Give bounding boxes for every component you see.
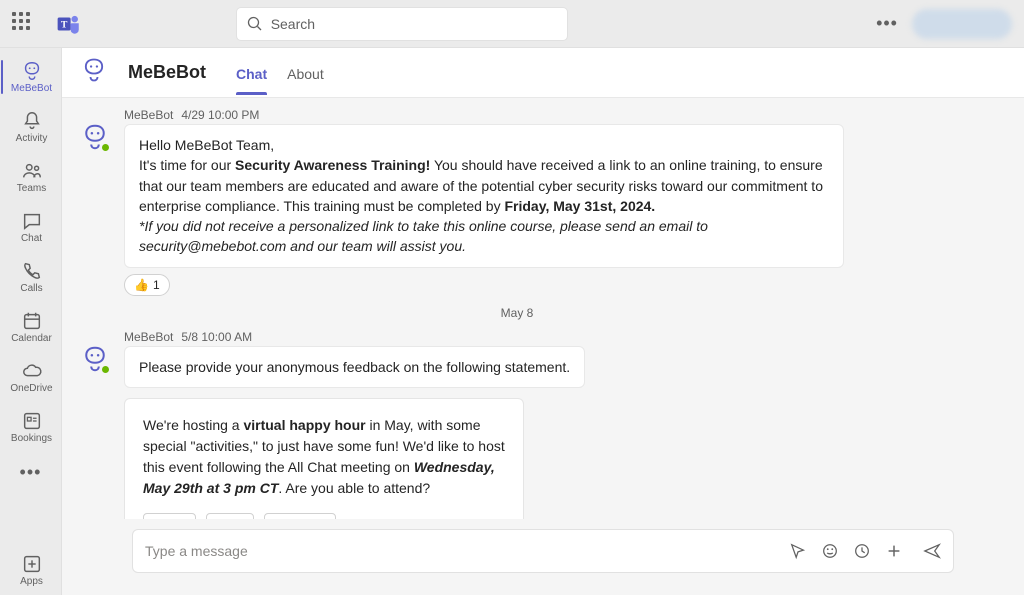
more-options-icon[interactable]: •••: [876, 13, 898, 34]
rail-label: MeBeBot: [11, 84, 52, 94]
presence-available-icon: [100, 364, 111, 375]
card-text: We're hosting a virtual happy hour in Ma…: [143, 415, 505, 499]
timestamp: 4/29 10:00 PM: [181, 108, 259, 122]
date-divider: May 8: [80, 306, 954, 320]
rail-item-onedrive[interactable]: OneDrive: [3, 352, 59, 402]
rail-more-icon[interactable]: •••: [20, 452, 42, 493]
bookings-icon: [21, 410, 43, 432]
timestamp: 5/8 10:00 AM: [181, 330, 252, 344]
rail-item-chat[interactable]: Chat: [3, 202, 59, 252]
svg-text:T: T: [61, 19, 68, 30]
reaction-count: 1: [153, 278, 160, 292]
message-line: *If you did not receive a personalized l…: [139, 216, 829, 257]
rail-item-teams[interactable]: Teams: [3, 152, 59, 202]
rail-item-mebebot[interactable]: MeBeBot: [3, 52, 59, 102]
compose-area: [62, 519, 1024, 595]
rail-item-apps[interactable]: Apps: [3, 545, 59, 595]
presence-available-icon: [100, 142, 111, 153]
rail-label: Chat: [21, 234, 42, 244]
rail-label: OneDrive: [10, 384, 52, 394]
adaptive-card: We're hosting a virtual happy hour in Ma…: [124, 398, 524, 519]
search-box[interactable]: [237, 8, 567, 40]
teams-logo-icon: T: [56, 11, 82, 37]
emoji-icon[interactable]: [821, 542, 839, 560]
tab-about[interactable]: About: [287, 52, 324, 94]
send-icon[interactable]: [923, 542, 941, 560]
rail-item-calls[interactable]: Calls: [3, 252, 59, 302]
rail-label: Teams: [17, 184, 46, 194]
bot-icon: [21, 60, 43, 82]
cloud-icon: [21, 360, 43, 382]
thumbs-up-icon: 👍: [134, 278, 149, 292]
tab-chat[interactable]: Chat: [236, 52, 267, 94]
top-bar: T •••: [0, 0, 1024, 48]
rail-item-activity[interactable]: Activity: [3, 102, 59, 152]
left-rail: MeBeBot Activity Teams Chat Calls Calend…: [0, 48, 62, 595]
profile-button[interactable]: [912, 9, 1012, 39]
rail-label: Apps: [20, 577, 43, 587]
message-bubble: Please provide your anonymous feedback o…: [124, 346, 585, 388]
giphy-icon[interactable]: [853, 542, 871, 560]
people-icon: [21, 160, 43, 182]
bell-icon: [21, 110, 43, 132]
calendar-icon: [21, 310, 43, 332]
rail-item-calendar[interactable]: Calendar: [3, 302, 59, 352]
app-header-icon: [80, 56, 108, 89]
message: MeBeBot 4/29 10:00 PM Hello MeBeBot Team…: [80, 108, 954, 296]
sender-name: MeBeBot: [124, 108, 173, 122]
compose-input[interactable]: [145, 543, 779, 559]
rail-label: Activity: [16, 134, 48, 144]
rail-label: Bookings: [11, 434, 52, 444]
reaction-pill[interactable]: 👍 1: [124, 274, 170, 296]
plus-icon[interactable]: [885, 542, 903, 560]
app-title: MeBeBot: [128, 62, 206, 83]
message-bubble: Hello MeBeBot Team, It's time for our Se…: [124, 124, 844, 268]
rail-label: Calendar: [11, 334, 52, 344]
search-icon: [247, 16, 263, 32]
content-pane: MeBeBot Chat About MeBeBot 4/29 10:00: [62, 48, 1024, 595]
apps-add-icon: [21, 553, 43, 575]
message: MeBeBot 5/8 10:00 AM Please provide your…: [80, 330, 954, 519]
compose-box[interactable]: [132, 529, 954, 573]
search-input[interactable]: [271, 16, 557, 32]
phone-icon: [21, 260, 43, 282]
message-line: It's time for our Security Awareness Tra…: [139, 155, 829, 216]
rail-label: Calls: [20, 284, 42, 294]
app-launcher-icon[interactable]: [12, 12, 36, 36]
message-list[interactable]: MeBeBot 4/29 10:00 PM Hello MeBeBot Team…: [62, 98, 1024, 519]
sender-name: MeBeBot: [124, 330, 173, 344]
rail-item-bookings[interactable]: Bookings: [3, 402, 59, 452]
message-line: Hello MeBeBot Team,: [139, 135, 829, 155]
format-icon[interactable]: [789, 542, 807, 560]
chat-icon: [21, 210, 43, 232]
app-header: MeBeBot Chat About: [62, 48, 1024, 98]
